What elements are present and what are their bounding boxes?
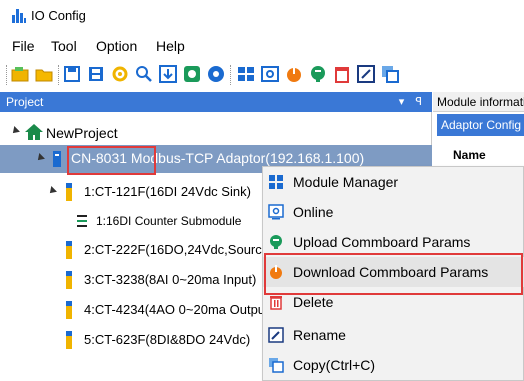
copy-icon[interactable] [380, 64, 400, 84]
project-pane-title: Project [6, 95, 44, 109]
tree-root[interactable]: NewProject [0, 120, 432, 146]
expand-arrow-icon[interactable] [47, 186, 57, 196]
menu-item-online[interactable]: Online [263, 197, 524, 227]
module-info-title: Module information [437, 95, 524, 109]
menu-item-label: Upload Commboard Params [293, 234, 471, 250]
toolbar-separator [58, 65, 60, 85]
power-icon[interactable] [284, 64, 304, 84]
tree-submodule-label: 1:16DI Counter Submodule [96, 214, 242, 228]
highlight-box [67, 146, 156, 175]
download-icon[interactable] [158, 64, 178, 84]
open-folder-icon[interactable] [34, 64, 54, 84]
menu-item-label: Online [293, 204, 334, 220]
toolbar [0, 58, 524, 92]
expand-arrow-icon[interactable] [35, 153, 45, 163]
toolbar-separator [230, 65, 232, 85]
tab-adaptor-config-label: Adaptor Config [441, 118, 522, 132]
project-pane-header: Project ▾ ꟼ [0, 92, 432, 112]
highlight-box [264, 253, 523, 295]
tree-module-label: 5:CT-623F(8DI&8DO 24Vdc) [84, 332, 251, 347]
app-logo-icon [12, 9, 26, 23]
rename-icon[interactable] [356, 64, 376, 84]
module-icon [66, 241, 72, 262]
menu-option[interactable]: Option [96, 38, 137, 54]
menu-item-label: Copy(Ctrl+C) [293, 357, 376, 373]
toolbar-separator [6, 65, 8, 85]
upload-icon [268, 234, 284, 250]
layout-icon[interactable] [236, 64, 256, 84]
module-icon [66, 301, 72, 322]
tree-module-label: 3:CT-3238(8AI 0~20ma Input) [84, 272, 257, 287]
tree-module-label: 2:CT-222F(16DO,24Vdc,Source) [84, 242, 274, 257]
online-icon [268, 204, 284, 220]
info-icon[interactable] [206, 64, 226, 84]
monitor-icon[interactable] [260, 64, 280, 84]
menu-item-label: Rename [293, 327, 346, 343]
rename-icon [268, 327, 284, 343]
menu-item-label: Module Manager [293, 174, 399, 190]
menu-file[interactable]: File [12, 38, 35, 54]
connect-icon[interactable] [182, 64, 202, 84]
tree-module-label: 1:CT-121F(16DI 24Vdc Sink) [84, 184, 251, 199]
menu-tool[interactable]: Tool [51, 38, 77, 54]
expand-arrow-icon[interactable] [10, 126, 20, 136]
home-icon [24, 123, 44, 144]
copy-icon [268, 357, 284, 373]
module-icon [66, 331, 72, 352]
pane-pin-icon[interactable]: ▾ ꟼ [399, 95, 426, 108]
adaptor-icon [52, 150, 62, 171]
tree-module-label: 4:CT-4234(4AO 0~20ma Output) [84, 302, 273, 317]
module-icon [66, 271, 72, 292]
save-icon[interactable] [62, 64, 82, 84]
counter-submodule-icon [76, 213, 88, 232]
module-info-header: Module information [433, 92, 524, 112]
delete-icon[interactable] [332, 64, 352, 84]
tab-adaptor-config[interactable]: Adaptor Config [437, 114, 524, 136]
save-as-icon[interactable] [86, 64, 106, 84]
title-bar: IO Config [0, 0, 524, 32]
new-project-icon[interactable] [10, 64, 30, 84]
menu-help[interactable]: Help [156, 38, 185, 54]
search-icon[interactable] [134, 64, 154, 84]
module-manager-icon [268, 174, 284, 190]
module-icon [66, 183, 72, 204]
menu-item-rename[interactable]: Rename [263, 320, 524, 350]
window-title: IO Config [31, 8, 86, 23]
menu-bar: File Tool Option Help [0, 32, 524, 58]
column-header-name[interactable]: Name [453, 148, 486, 162]
menu-item-copy[interactable]: Copy(Ctrl+C) [263, 350, 524, 380]
menu-item-module-manager[interactable]: Module Manager [263, 167, 524, 197]
settings-icon[interactable] [110, 64, 130, 84]
delete-icon [268, 294, 284, 310]
tree-root-label: NewProject [46, 125, 118, 141]
upload-icon[interactable] [308, 64, 328, 84]
menu-item-label: Delete [293, 294, 334, 310]
